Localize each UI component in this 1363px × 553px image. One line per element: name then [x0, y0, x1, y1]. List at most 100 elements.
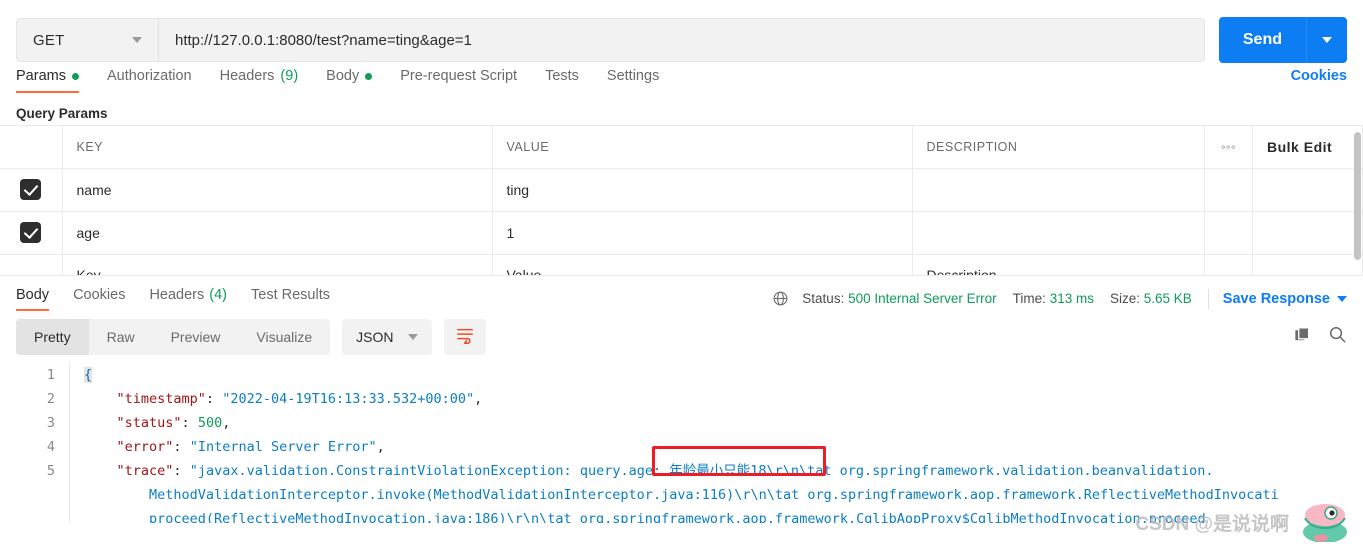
row-key[interactable]: age	[62, 211, 493, 255]
response-tab-body[interactable]: Body	[16, 286, 50, 311]
status-label: Status: 500 Internal Server Error	[802, 291, 997, 306]
row-value[interactable]: ting	[492, 168, 913, 212]
view-mode-preview[interactable]: Preview	[153, 319, 239, 355]
row-description[interactable]	[912, 168, 1205, 212]
row-key[interactable]: name	[62, 168, 493, 212]
row-checkbox[interactable]	[20, 179, 42, 200]
query-params-table-wrapper: KEY VALUE DESCRIPTION ◦◦◦ Bulk Edit name…	[0, 125, 1363, 275]
header-value: VALUE	[492, 126, 913, 169]
placeholder-description[interactable]: Description	[912, 254, 1205, 275]
size-label: Size: 5.65 KB	[1109, 291, 1192, 306]
header-key: KEY	[62, 126, 493, 169]
chevron-down-icon	[407, 334, 418, 340]
tab-headers-count: (9)	[280, 68, 299, 84]
line-number-gutter: 1 2 3 4 5	[0, 363, 70, 523]
view-mode-visualize[interactable]: Visualize	[238, 319, 330, 355]
code-line: proceed(ReflectiveMethodInvocation.java:…	[84, 511, 1206, 523]
response-body-code[interactable]: 1 2 3 4 5 { "timestamp": "2022-04-19T16:13:3…	[0, 363, 1363, 523]
header-description: DESCRIPTION	[912, 126, 1205, 169]
tab-authorization-label: Authorization	[106, 68, 192, 84]
status-value: 500 Internal Server Error	[848, 291, 997, 306]
tab-authorization[interactable]: Authorization	[107, 68, 192, 93]
response-tab-cookies[interactable]: Cookies	[73, 287, 125, 311]
row-description[interactable]	[912, 211, 1205, 255]
response-toolbar-right	[1293, 325, 1347, 349]
copy-icon[interactable]	[1293, 325, 1312, 349]
search-icon[interactable]	[1328, 325, 1347, 349]
globe-icon	[772, 290, 789, 307]
response-header: Body Cookies Headers (4) Test Results St…	[0, 275, 1363, 311]
tab-body-label: Body	[326, 68, 360, 84]
line-number: 1	[46, 367, 55, 383]
view-mode-pretty[interactable]: Pretty	[16, 319, 89, 355]
line-number: 2	[46, 391, 55, 407]
response-meta: Status: 500 Internal Server Error Time: …	[772, 288, 1347, 309]
modified-dot-icon	[71, 72, 79, 80]
line-number: 5	[46, 463, 55, 479]
response-tab-headers-count: (4)	[209, 286, 227, 303]
tab-tests[interactable]: Tests	[545, 68, 579, 93]
request-bar: GET http://127.0.0.1:8080/test?name=ting…	[0, 0, 1363, 68]
tab-headers[interactable]: Headers (9)	[220, 68, 299, 93]
chevron-down-icon	[1322, 37, 1332, 43]
time-value: 313 ms	[1049, 291, 1094, 306]
table-options-icon[interactable]: ◦◦◦	[1204, 126, 1253, 169]
url-group: GET http://127.0.0.1:8080/test?name=ting…	[16, 18, 1205, 62]
code-content[interactable]: { "timestamp": "2022-04-19T16:13:33.532+…	[70, 363, 1363, 523]
code-line: "trace": "javax.validation.ConstraintVio…	[116, 463, 1214, 479]
placeholder-value[interactable]: Value	[492, 254, 913, 275]
code-line: MethodValidationInterceptor.invoke(Metho…	[84, 487, 1279, 503]
tab-pre-request-script-label: Pre-request Script	[400, 68, 518, 84]
response-format-dropdown[interactable]: JSON	[342, 319, 432, 355]
response-body-toolbar: Pretty Raw Preview Visualize JSON	[0, 311, 1363, 363]
bulk-edit-button[interactable]: Bulk Edit	[1267, 139, 1332, 155]
tab-body[interactable]: Body	[326, 68, 373, 93]
tab-tests-label: Tests	[545, 68, 579, 84]
request-tabs: Params Authorization Headers (9) Body Pr…	[0, 68, 1363, 100]
table-placeholder-row: Key Value Description	[0, 254, 1363, 275]
row-checkbox[interactable]	[20, 222, 42, 243]
response-format-label: JSON	[356, 329, 394, 345]
word-wrap-icon	[455, 326, 475, 349]
line-number	[0, 507, 55, 523]
response-tab-body-label: Body	[16, 286, 50, 303]
view-mode-raw[interactable]: Raw	[89, 319, 153, 355]
table-row: age 1	[0, 211, 1363, 255]
code-line: "timestamp": "2022-04-19T16:13:33.532+00…	[116, 391, 483, 407]
table-row: name ting	[0, 168, 1363, 212]
chevron-down-icon	[132, 37, 142, 43]
code-line: "status": 500,	[116, 415, 231, 431]
table-header-row: KEY VALUE DESCRIPTION ◦◦◦ Bulk Edit	[0, 126, 1363, 169]
response-tab-cookies-label: Cookies	[73, 286, 126, 303]
tab-params-label: Params	[16, 68, 66, 84]
response-tab-headers[interactable]: Headers (4)	[149, 287, 227, 311]
save-response-label: Save Response	[1222, 290, 1330, 307]
params-table-scrollbar[interactable]	[1354, 132, 1361, 260]
code-line: "error": "Internal Server Error",	[116, 439, 385, 455]
tab-settings[interactable]: Settings	[607, 68, 659, 93]
http-method-dropdown[interactable]: GET	[17, 19, 159, 61]
tab-params[interactable]: Params	[16, 68, 79, 93]
tab-pre-request-script[interactable]: Pre-request Script	[400, 68, 517, 93]
line-number	[0, 483, 55, 507]
response-tab-test-results[interactable]: Test Results	[251, 287, 330, 311]
tab-headers-label: Headers	[219, 68, 275, 84]
size-value: 5.65 KB	[1143, 291, 1192, 306]
modified-dot-icon	[365, 72, 373, 80]
send-options-button[interactable]	[1307, 17, 1347, 63]
query-params-table: KEY VALUE DESCRIPTION ◦◦◦ Bulk Edit name…	[0, 126, 1363, 275]
view-mode-segmented: Pretty Raw Preview Visualize	[16, 319, 331, 355]
divider	[1207, 288, 1209, 309]
save-response-button[interactable]: Save Response	[1223, 291, 1347, 307]
url-input[interactable]: http://127.0.0.1:8080/test?name=ting&age…	[159, 19, 1204, 61]
line-number: 4	[46, 439, 55, 455]
send-button[interactable]: Send	[1218, 17, 1307, 63]
cookies-link[interactable]: Cookies	[1291, 68, 1347, 84]
row-value[interactable]: 1	[492, 211, 913, 255]
line-number: 3	[46, 415, 55, 431]
placeholder-key[interactable]: Key	[62, 254, 493, 275]
code-line: {	[84, 367, 93, 383]
time-label: Time: 313 ms	[1012, 291, 1094, 306]
chevron-down-icon	[1337, 295, 1347, 302]
word-wrap-button[interactable]	[443, 319, 486, 355]
